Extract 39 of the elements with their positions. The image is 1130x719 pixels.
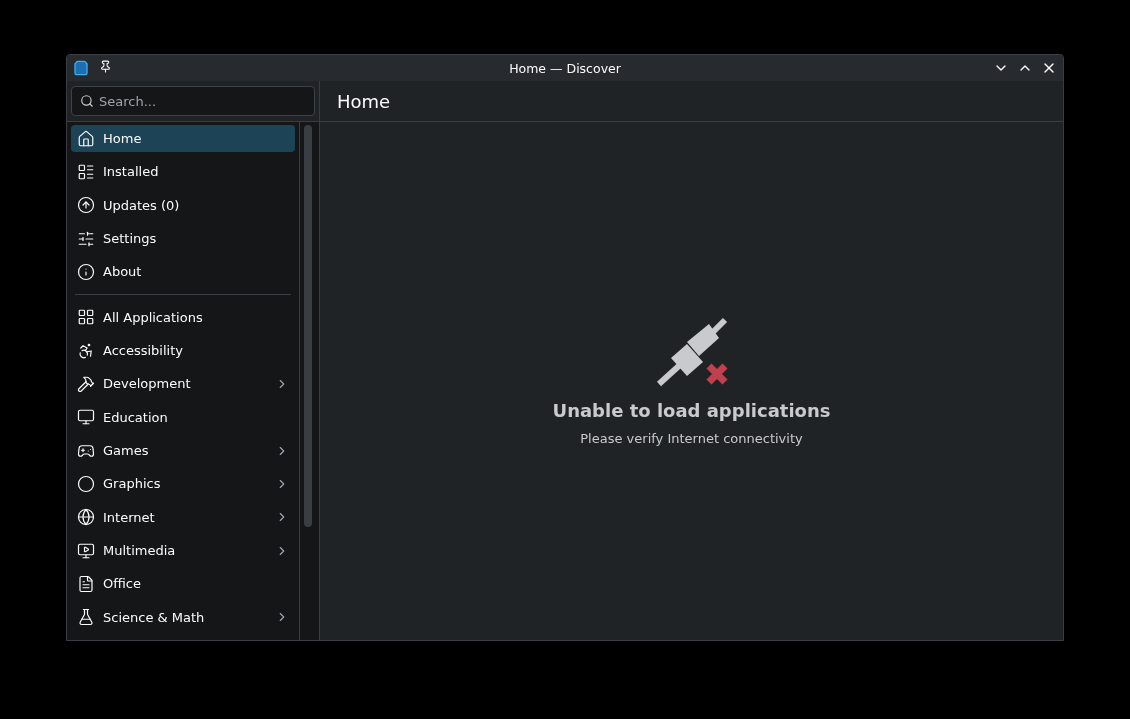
category-icon (77, 308, 95, 327)
sidebar-item[interactable]: Multimedia (71, 536, 295, 565)
category-icon (77, 163, 95, 181)
disconnected-plug-icon (654, 316, 729, 388)
sidebar-item[interactable]: Settings (71, 225, 295, 253)
pin-icon (99, 60, 112, 73)
app-icon (73, 60, 89, 76)
category-icon (77, 341, 95, 360)
category-icon (77, 608, 95, 627)
sidebar-item[interactable]: Accessibility (71, 336, 295, 365)
category-icon (77, 374, 95, 393)
sidebar-item[interactable]: Installed (71, 158, 295, 186)
sidebar-item[interactable]: All Applications (71, 303, 295, 331)
sidebar-item[interactable]: Graphics (71, 470, 295, 498)
category-icon (77, 229, 95, 248)
category-icon (77, 508, 95, 527)
sidebar-item[interactable]: Updates (0) (71, 191, 295, 219)
category-icon (77, 541, 95, 560)
page-title: Home (337, 90, 391, 112)
error-message: Please verify Internet connectivity (580, 431, 803, 446)
category-icon (77, 262, 95, 281)
sidebar-item[interactable]: About (71, 258, 295, 286)
error-title: Unable to load applications (552, 400, 831, 421)
sidebar-item[interactable]: Home (71, 125, 295, 153)
search-icon (80, 94, 94, 108)
sidebar-item[interactable]: Development (71, 370, 295, 398)
sidebar-item[interactable]: Office (71, 570, 295, 598)
category-icon (77, 574, 95, 593)
category-icon (77, 129, 95, 148)
sidebar-item[interactable]: Internet (71, 503, 295, 531)
category-icon (77, 474, 95, 493)
scrollbar-thumb[interactable] (304, 125, 312, 527)
category-icon (77, 196, 95, 215)
sidebar-item[interactable]: Games (71, 436, 295, 465)
sidebar-item[interactable]: Science & Math (71, 603, 295, 631)
sidebar-item[interactable]: Education (71, 403, 295, 431)
window-title: Home — Discover (508, 60, 622, 76)
search-field[interactable]: Search... (71, 86, 315, 116)
category-icon (77, 408, 95, 427)
